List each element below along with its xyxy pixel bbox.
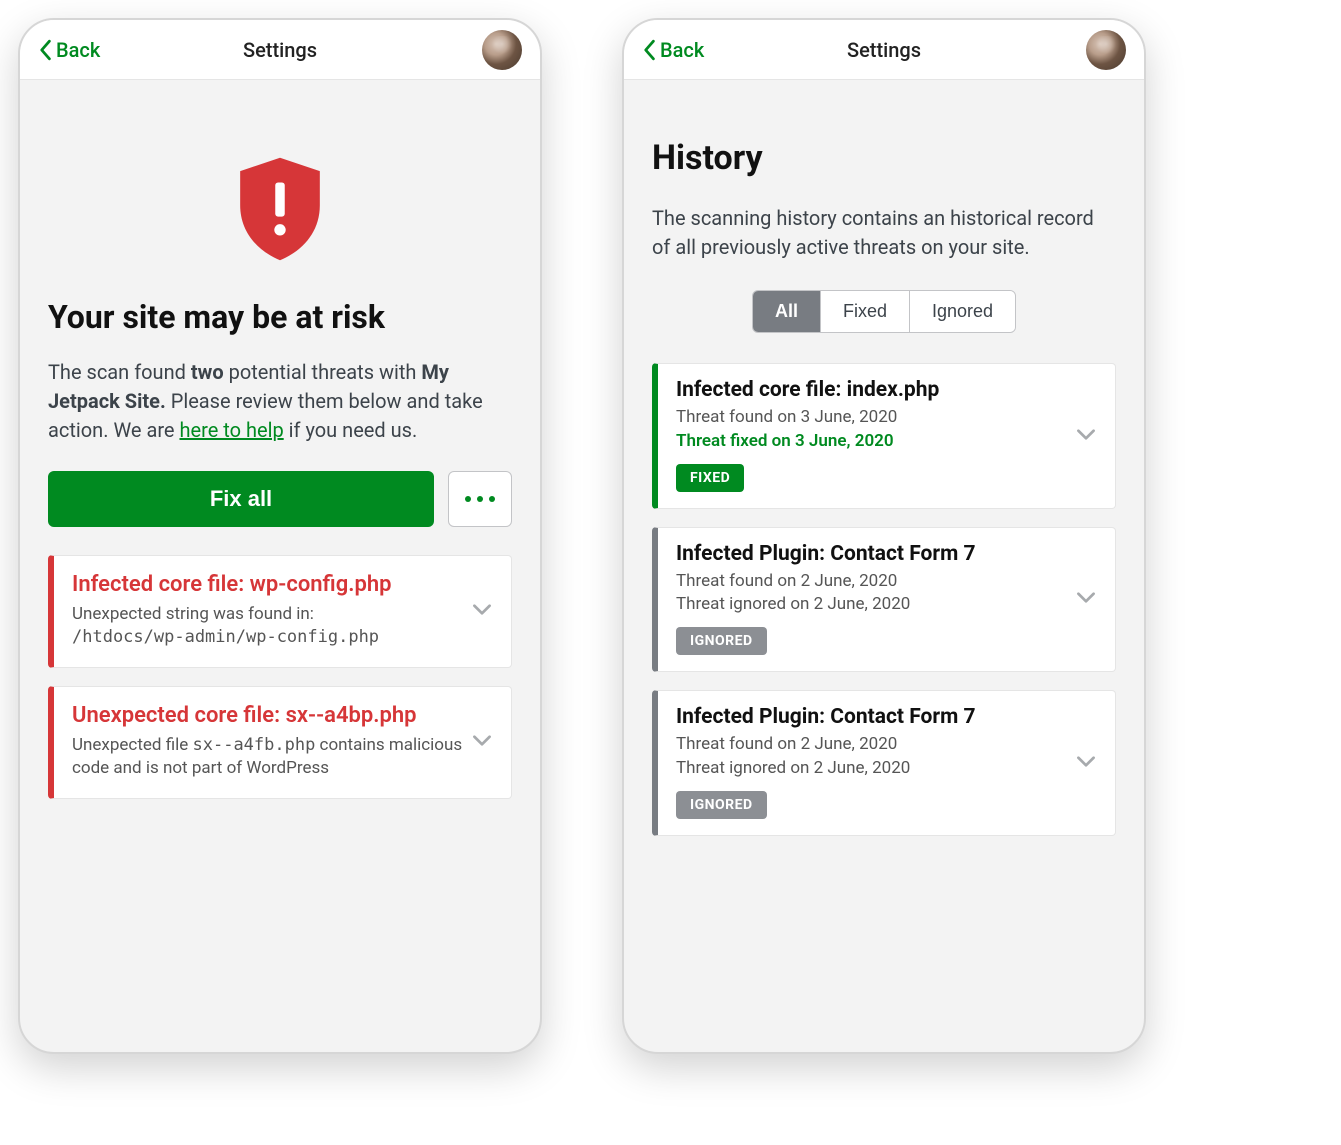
chevron-down-icon <box>1073 584 1099 614</box>
chevron-left-icon <box>38 39 52 61</box>
threat-description: Unexpected string was found in: /htdocs/… <box>72 603 493 649</box>
history-description: The scanning history contains an histori… <box>652 204 1116 262</box>
chevron-down-icon <box>1073 748 1099 778</box>
fix-all-button[interactable]: Fix all <box>48 471 434 527</box>
history-heading: History <box>652 138 1116 178</box>
risk-description: The scan found two potential threats wit… <box>48 358 512 445</box>
chevron-left-icon <box>642 39 656 61</box>
topbar: Back Settings <box>624 20 1144 80</box>
shield-exclamation-icon <box>232 154 328 264</box>
history-card[interactable]: Infected core file: index.php Threat fou… <box>652 363 1116 509</box>
phone-history: Back Settings History The scanning histo… <box>622 18 1146 1054</box>
history-item-title: Infected core file: index.php <box>676 378 1097 402</box>
threat-card[interactable]: Unexpected core file: sx--a4bp.php Unexp… <box>48 686 512 799</box>
history-card[interactable]: Infected Plugin: Contact Form 7 Threat f… <box>652 527 1116 673</box>
threat-title: Unexpected core file: sx--a4bp.php <box>72 703 493 728</box>
chevron-down-icon <box>469 596 495 626</box>
history-item-title: Infected Plugin: Contact Form 7 <box>676 542 1097 566</box>
history-item-found: Threat found on 2 June, 2020 <box>676 733 1097 757</box>
avatar[interactable] <box>1086 30 1126 70</box>
history-item-found: Threat found on 2 June, 2020 <box>676 570 1097 594</box>
status-badge: IGNORED <box>676 627 767 655</box>
history-item-title: Infected Plugin: Contact Form 7 <box>676 705 1097 729</box>
risk-heading: Your site may be at risk <box>48 298 512 336</box>
history-item-resolved: Threat ignored on 2 June, 2020 <box>676 593 1097 617</box>
status-badge: FIXED <box>676 464 744 492</box>
filter-segmented-control: All Fixed Ignored <box>652 290 1116 333</box>
content-scroll: History The scanning history contains an… <box>624 80 1144 1052</box>
chevron-down-icon <box>1073 421 1099 451</box>
alert-icon-wrap <box>48 108 512 298</box>
history-item-resolved: Threat fixed on 3 June, 2020 <box>676 430 1097 454</box>
threat-title: Infected core file: wp-config.php <box>72 572 493 597</box>
phone-scan-results: Back Settings Your site may be at risk T… <box>18 18 542 1054</box>
content-scroll: Your site may be at risk The scan found … <box>20 80 540 1052</box>
status-badge: IGNORED <box>676 791 767 819</box>
back-label: Back <box>56 38 100 62</box>
filter-all-button[interactable]: All <box>753 291 821 332</box>
back-button[interactable]: Back <box>38 38 100 62</box>
history-item-resolved: Threat ignored on 2 June, 2020 <box>676 757 1097 781</box>
filter-ignored-button[interactable]: Ignored <box>910 291 1015 332</box>
help-link[interactable]: here to help <box>179 418 283 442</box>
history-card[interactable]: Infected Plugin: Contact Form 7 Threat f… <box>652 690 1116 836</box>
threat-description: Unexpected file sx--a4fb.php contains ma… <box>72 734 493 780</box>
filter-fixed-button[interactable]: Fixed <box>821 291 910 332</box>
history-item-found: Threat found on 3 June, 2020 <box>676 406 1097 430</box>
back-button[interactable]: Back <box>642 38 704 62</box>
back-label: Back <box>660 38 704 62</box>
chevron-down-icon <box>469 727 495 757</box>
ellipsis-icon <box>465 496 471 502</box>
more-options-button[interactable] <box>448 471 512 527</box>
avatar[interactable] <box>482 30 522 70</box>
topbar: Back Settings <box>20 20 540 80</box>
threat-card[interactable]: Infected core file: wp-config.php Unexpe… <box>48 555 512 668</box>
action-row: Fix all <box>48 471 512 527</box>
